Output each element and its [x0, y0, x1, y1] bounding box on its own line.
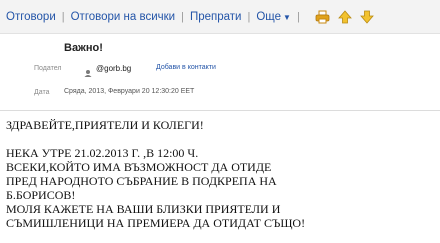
reply-button[interactable]: Отговори — [6, 11, 56, 23]
message-toolbar: Отговори | Отговори на всички | Препрати… — [0, 0, 440, 34]
more-menu[interactable]: Още ▼ — [256, 11, 291, 23]
from-label: Подател — [34, 65, 62, 72]
message-subject: Важно! — [64, 42, 103, 54]
add-to-contacts-link[interactable]: Добави в контакти — [156, 64, 216, 71]
more-menu-label: Още — [256, 10, 282, 23]
body-line: Б.БОРИСОВ! — [6, 188, 76, 202]
contact-icon — [84, 64, 92, 77]
arrow-down-icon[interactable] — [358, 8, 376, 26]
body-line: ЗДРАВЕЙТЕ,ПРИЯТЕЛИ И КОЛЕГИ! — [6, 118, 204, 132]
toolbar-separator: | — [181, 10, 184, 23]
message-date: Сряда, 2013, Февруари 20 12:30:20 EET — [64, 88, 195, 95]
toolbar-separator: | — [296, 10, 300, 23]
body-line: ВСЕКИ,КОЙТО ИМА ВЪЗМОЖНОСТ ДА ОТИДЕ — [6, 160, 272, 174]
arrow-up-icon[interactable] — [336, 8, 354, 26]
toolbar-separator: | — [247, 10, 251, 23]
message-header: Важно! Подател @gorb.bg Добави в контакт… — [0, 34, 440, 111]
toolbar-icon-group — [314, 8, 380, 26]
body-line: НЕКА УТРЕ 21.02.2013 Г. ,В 12:00 Ч. — [6, 146, 199, 160]
chevron-down-icon: ▼ — [283, 12, 291, 22]
body-line: СЪМИШЛЕНИЦИ НА ПРЕМИЕРА ДА ОТИДАТ СЪЩО! — [6, 216, 306, 230]
reply-all-button[interactable]: Отговори на всички — [71, 11, 175, 23]
date-label: Дата — [34, 89, 50, 96]
body-line: ПРЕД НАРОДНОТО СЪБРАНИЕ В ПОДКРЕПА НА — [6, 174, 277, 188]
print-icon[interactable] — [314, 8, 332, 26]
message-body: ЗДРАВЕЙТЕ,ПРИЯТЕЛИ И КОЛЕГИ! НЕКА УТРЕ 2… — [6, 112, 438, 243]
toolbar-separator: | — [61, 10, 65, 23]
body-line: МОЛЯ КАЖЕТЕ НА ВАШИ БЛИЗКИ ПРИЯТЕЛИ И — [6, 202, 281, 216]
sender-address[interactable]: @gorb.bg — [96, 64, 131, 73]
forward-button[interactable]: Препрати — [190, 11, 242, 23]
